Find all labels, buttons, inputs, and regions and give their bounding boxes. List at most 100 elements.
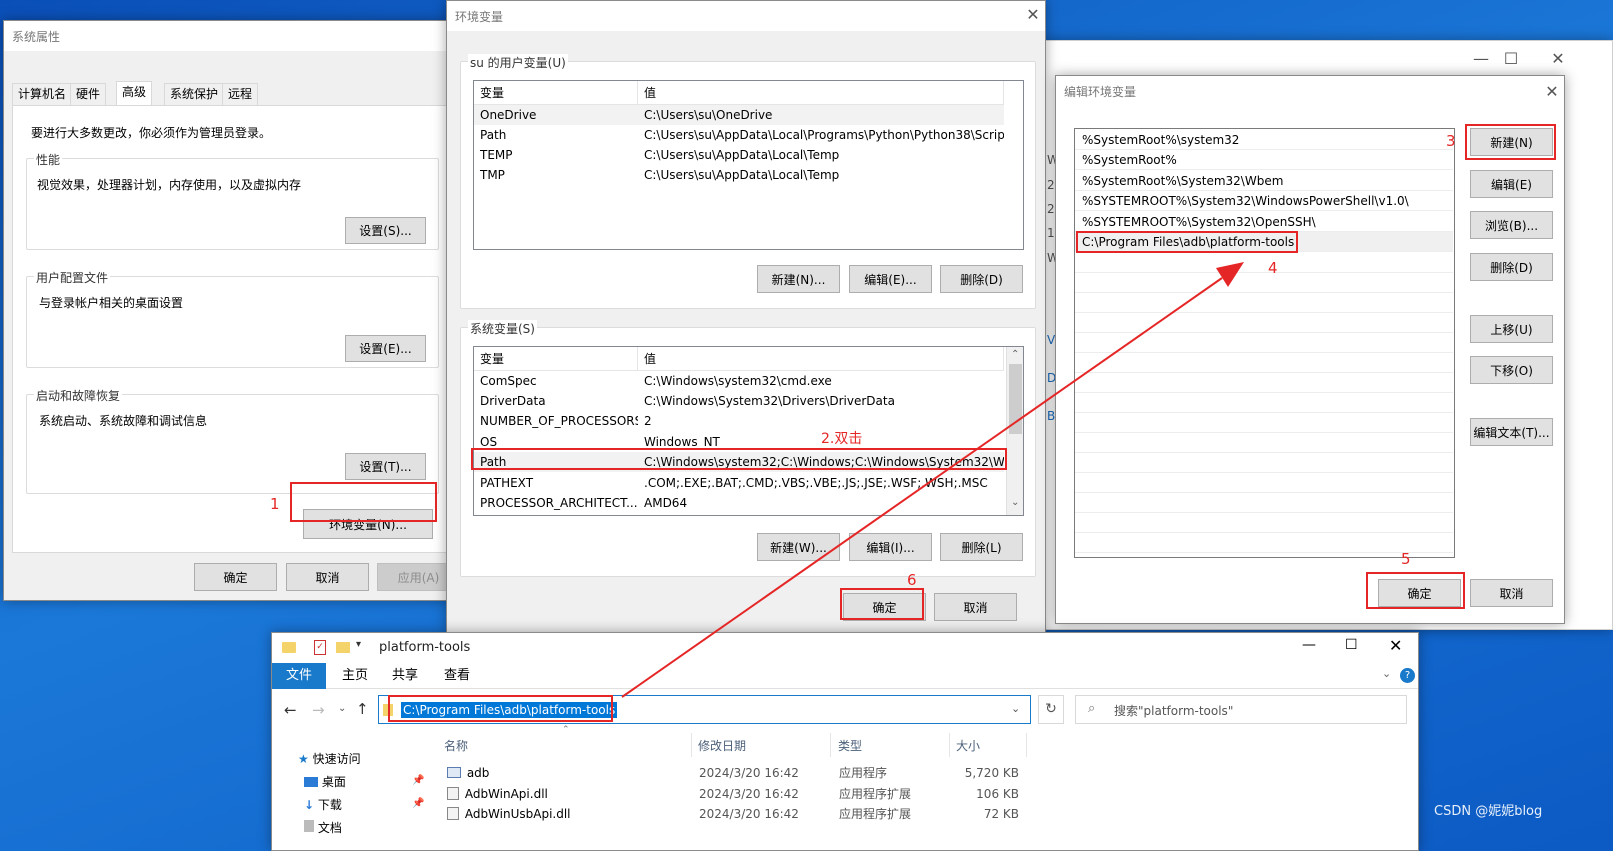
column-header-size[interactable]: 大小 [956, 737, 980, 754]
tab-system-protection[interactable]: 系统保护 [164, 83, 225, 105]
table-row[interactable]: NUMBER_OF_PROCESSORS 2 [474, 411, 1004, 431]
column-value[interactable]: 值 [638, 81, 1004, 105]
recent-dropdown-icon[interactable]: ⌄ [338, 703, 346, 714]
scroll-thumb[interactable] [1009, 364, 1022, 434]
close-icon[interactable]: ✕ [1389, 636, 1402, 655]
path-entries-list[interactable]: %SystemRoot%\system32 %SystemRoot% %Syst… [1074, 128, 1455, 558]
tab-computer-name[interactable]: 计算机名 [12, 83, 73, 105]
scroll-up-icon[interactable]: ⌃ [1011, 349, 1019, 360]
list-item[interactable]: %SystemRoot%\System32\Wbem [1075, 171, 1453, 191]
nav-quick-access[interactable]: ★ 快速访问 [298, 750, 361, 767]
quick-access-dropdown-icon[interactable]: ▾ [356, 639, 361, 650]
column-header-name[interactable]: 名称 [444, 737, 468, 754]
tab-share[interactable]: 共享 [378, 663, 432, 689]
column-var[interactable]: 变量 [474, 81, 638, 105]
new-button[interactable]: 新建(N) [1470, 128, 1553, 156]
new-folder-icon[interactable] [336, 642, 350, 653]
list-item[interactable]: %SYSTEMROOT%\System32\OpenSSH\ [1075, 212, 1453, 232]
properties-icon[interactable]: ✓ [314, 640, 326, 655]
address-bar[interactable]: C:\Program Files\adb\platform-tools ⌄ [378, 695, 1031, 724]
close-icon[interactable]: ✕ [1538, 43, 1578, 73]
cancel-button[interactable]: 取消 [286, 563, 369, 591]
pin-icon[interactable]: 📌 [412, 775, 424, 786]
expand-ribbon-icon[interactable]: ⌄ [1382, 667, 1391, 680]
tab-hardware[interactable]: 硬件 [70, 83, 107, 105]
tab-remote[interactable]: 远程 [222, 83, 259, 105]
edit-text-button[interactable]: 编辑文本(T)... [1470, 418, 1553, 446]
performance-settings-button[interactable]: 设置(S)... [345, 217, 426, 244]
list-item[interactable]: %SystemRoot%\system32 [1075, 130, 1453, 150]
back-icon[interactable]: ← [284, 701, 297, 719]
scroll-down-icon[interactable]: ⌄ [1011, 497, 1019, 508]
nav-desktop[interactable]: 桌面 [304, 773, 346, 790]
user-delete-button[interactable]: 删除(D) [940, 265, 1023, 293]
search-box[interactable]: ⌕ 搜索"platform-tools" [1075, 695, 1407, 724]
system-new-button[interactable]: 新建(W)... [757, 533, 840, 561]
ok-button[interactable]: 确定 [1378, 579, 1461, 607]
list-item[interactable]: %SYSTEMROOT%\System32\WindowsPowerShell\… [1075, 191, 1453, 211]
startup-settings-button[interactable]: 设置(T)... [345, 453, 426, 480]
file-row[interactable]: adb 2024/3/20 16:42 应用程序 5,720 KB [447, 763, 1027, 783]
tab-home[interactable]: 主页 [328, 663, 382, 689]
ok-button[interactable]: 确定 [194, 563, 277, 591]
pin-icon[interactable]: 📌 [412, 798, 424, 809]
table-row[interactable]: PATHEXT .COM;.EXE;.BAT;.CMD;.VBS;.VBE;.J… [474, 473, 1004, 493]
cancel-button[interactable]: 取消 [1470, 579, 1553, 607]
cancel-button[interactable]: 取消 [934, 593, 1017, 621]
system-delete-button[interactable]: 删除(L) [940, 533, 1023, 561]
maximize-icon[interactable]: ☐ [1491, 43, 1531, 73]
ok-button[interactable]: 确定 [843, 593, 926, 621]
browse-button[interactable]: 浏览(B)... [1470, 211, 1553, 239]
file-row[interactable]: AdbWinApi.dll 2024/3/20 16:42 应用程序扩展 106… [447, 784, 1027, 804]
table-row[interactable]: DriverData C:\Windows\System32\Drivers\D… [474, 391, 1004, 411]
tab-advanced[interactable]: 高级 [116, 81, 153, 106]
system-edit-button[interactable]: 编辑(I)... [849, 533, 932, 561]
table-row[interactable]: OS Windows_NT [474, 432, 1004, 452]
tab-file[interactable]: 文件 [272, 663, 327, 689]
table-row[interactable]: PROCESSOR_ARCHITECT... AMD64 [474, 493, 1004, 513]
table-row[interactable]: TMP C:\Users\su\AppData\Local\Temp [474, 165, 1004, 185]
list-item-selected[interactable]: C:\Program Files\adb\platform-tools [1075, 232, 1453, 252]
address-dropdown-icon[interactable]: ⌄ [1011, 702, 1020, 715]
column-header-type[interactable]: 类型 [838, 737, 862, 754]
column-value[interactable]: 值 [638, 347, 1004, 371]
column-divider [830, 733, 831, 757]
help-icon[interactable]: ? [1400, 668, 1415, 683]
table-row[interactable]: Path C:\Users\su\AppData\Local\Programs\… [474, 125, 1004, 145]
nav-downloads[interactable]: ↓ 下载 [304, 796, 342, 813]
table-row-path[interactable]: Path C:\Windows\system32;C:\Windows;C:\W… [474, 452, 1004, 472]
environment-variables-button[interactable]: 环境变量(N)... [303, 509, 433, 539]
column-var[interactable]: 变量 [474, 347, 638, 371]
user-new-button[interactable]: 新建(N)... [757, 265, 840, 293]
list-item[interactable]: %SystemRoot% [1075, 150, 1453, 170]
window-title: 编辑环境变量 [1056, 76, 1564, 106]
table-row[interactable]: TEMP C:\Users\su\AppData\Local\Temp [474, 145, 1004, 165]
refresh-icon[interactable]: ↻ [1038, 695, 1064, 724]
scrollbar[interactable]: ⌃ ⌄ [1006, 347, 1023, 515]
system-variables-list[interactable]: 变量 值 ComSpec C:\Windows\system32\cmd.exe… [473, 346, 1024, 516]
edit-button[interactable]: 编辑(E) [1470, 170, 1553, 198]
admin-notice: 要进行大多数更改，你必须作为管理员登录。 [31, 126, 272, 140]
move-down-button[interactable]: 下移(O) [1470, 356, 1553, 384]
address-text[interactable]: C:\Program Files\adb\platform-tools [401, 702, 618, 718]
forward-icon[interactable]: → [312, 701, 325, 719]
user-profile-settings-button[interactable]: 设置(E)... [345, 335, 426, 362]
delete-button[interactable]: 删除(D) [1470, 253, 1553, 281]
user-variables-list[interactable]: 变量 值 OneDrive C:\Users\su\OneDrive Path … [473, 80, 1024, 250]
table-row[interactable]: OneDrive C:\Users\su\OneDrive [474, 105, 1004, 125]
maximize-icon[interactable]: ☐ [1345, 637, 1358, 653]
nav-documents[interactable]: 文档 [304, 819, 342, 836]
tab-view[interactable]: 查看 [430, 663, 484, 689]
annotation-6: 6 [907, 571, 917, 589]
column-header-date[interactable]: 修改日期 [698, 737, 746, 754]
up-icon[interactable]: ↑ [356, 700, 369, 718]
table-row[interactable]: ComSpec C:\Windows\system32\cmd.exe [474, 371, 1004, 391]
minimize-icon[interactable]: — [1302, 637, 1316, 653]
close-icon[interactable]: ✕ [1013, 0, 1053, 29]
file-size: 5,720 KB [964, 766, 1019, 780]
user-edit-button[interactable]: 编辑(E)... [849, 265, 932, 293]
move-up-button[interactable]: 上移(U) [1470, 315, 1553, 343]
search-placeholder[interactable]: 搜索"platform-tools" [1114, 702, 1233, 719]
file-row[interactable]: AdbWinUsbApi.dll 2024/3/20 16:42 应用程序扩展 … [447, 804, 1027, 824]
close-icon[interactable]: ✕ [1532, 76, 1572, 106]
